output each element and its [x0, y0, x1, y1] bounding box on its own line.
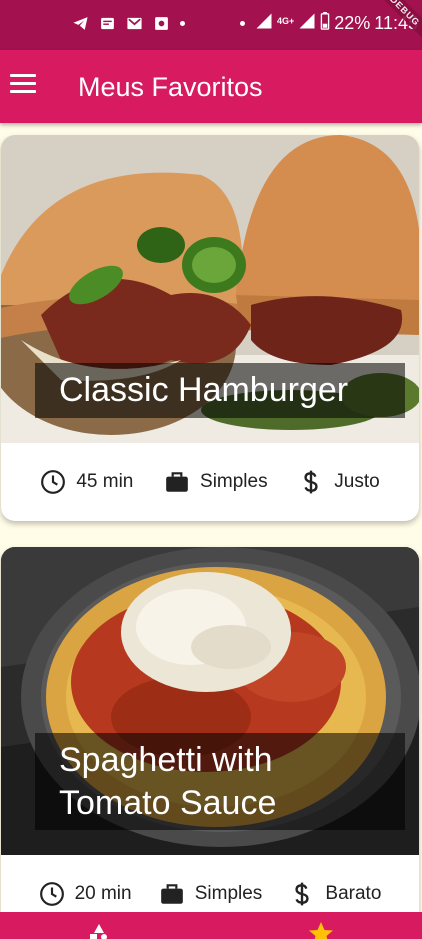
- menu-icon[interactable]: [10, 74, 36, 98]
- battery-percent: 22%: [334, 13, 371, 33]
- meal-title: Spaghetti with Tomato Sauce: [35, 733, 405, 830]
- duration-info: 20 min: [39, 881, 132, 907]
- app-icon: [153, 15, 170, 32]
- battery-icon: [320, 12, 330, 35]
- app-bar: Meus Favoritos: [0, 50, 422, 123]
- notification-icons: [72, 15, 185, 32]
- message-icon: [99, 15, 116, 32]
- briefcase-icon: [164, 469, 190, 495]
- network-type: 4G+: [276, 15, 295, 26]
- status-bar: 4G+ 22% 11:45 DEBUG: [0, 0, 422, 50]
- meal-image: Spaghetti with Tomato Sauce: [1, 547, 419, 855]
- dollar-icon: [289, 881, 315, 907]
- complexity-info: Simples: [164, 469, 268, 495]
- bottom-navigation: [0, 912, 422, 939]
- cost-text: Barato: [325, 883, 382, 904]
- cell-signal-icon: [298, 12, 316, 35]
- duration-info: 45 min: [40, 469, 133, 495]
- page-title: Meus Favoritos: [78, 72, 263, 102]
- gmail-icon: [126, 15, 143, 32]
- wifi-signal-icon: [255, 12, 273, 35]
- categories-icon[interactable]: [88, 922, 110, 939]
- complexity-text: Simples: [200, 471, 268, 492]
- complexity-text: Simples: [194, 883, 263, 904]
- notification-dot: [180, 21, 185, 26]
- dollar-icon: [298, 469, 324, 495]
- duration-text: 45 min: [76, 471, 134, 492]
- clock-icon: [40, 469, 66, 495]
- meal-card[interactable]: Classic Hamburger 45 min Simples Justo: [1, 135, 419, 521]
- meal-image: Classic Hamburger: [1, 135, 419, 443]
- system-status: 4G+ 22% 11:45: [239, 12, 418, 35]
- meal-card[interactable]: Spaghetti with Tomato Sauce 20 min Simpl…: [1, 547, 419, 933]
- cost-info: Barato: [289, 881, 381, 907]
- notification-dot: [239, 21, 245, 26]
- telegram-icon: [72, 15, 89, 32]
- meal-title: Classic Hamburger: [35, 363, 405, 418]
- cost-info: Justo: [298, 469, 380, 495]
- favorites-star-icon[interactable]: [308, 921, 334, 939]
- meal-info-row: 45 min Simples Justo: [1, 443, 419, 521]
- complexity-info: Simples: [159, 881, 263, 907]
- clock-icon: [39, 881, 65, 907]
- briefcase-icon: [159, 881, 185, 907]
- duration-text: 20 min: [74, 883, 132, 904]
- cost-text: Justo: [334, 471, 380, 492]
